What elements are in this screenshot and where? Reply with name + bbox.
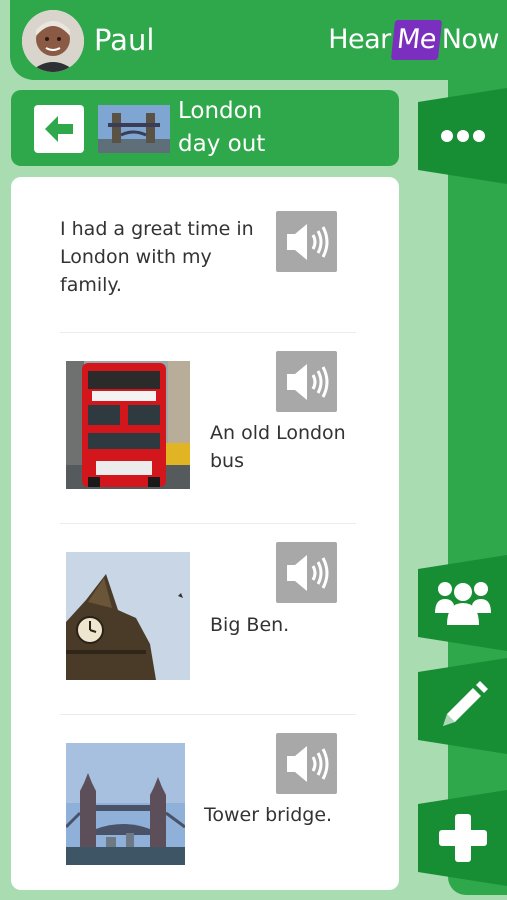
people-group-icon <box>434 582 491 625</box>
play-audio-button[interactable] <box>276 351 337 412</box>
arrow-left-icon <box>45 116 73 142</box>
pencil-icon <box>442 681 488 726</box>
big-ben-photo[interactable] <box>66 552 190 680</box>
play-audio-button[interactable] <box>276 733 337 794</box>
app-header: Paul Hear Me Now <box>10 0 507 80</box>
people-button[interactable] <box>418 555 507 651</box>
user-name: Paul <box>94 23 155 57</box>
logo-part-now: Now <box>441 24 500 55</box>
entry-text: Big Ben. <box>210 614 290 636</box>
story-title: London day out <box>178 95 388 161</box>
tower-bridge-photo[interactable] <box>66 743 185 865</box>
story-thumbnail <box>98 105 170 153</box>
entry-text: An old London bus <box>210 422 346 472</box>
speaker-icon <box>286 745 328 782</box>
plus-icon <box>438 814 487 862</box>
entry-divider <box>60 714 356 715</box>
entry-divider <box>60 523 356 524</box>
play-audio-button[interactable] <box>276 211 337 272</box>
entry-text: I had a great time in London with my fam… <box>60 218 254 296</box>
entry-divider <box>60 332 356 333</box>
edit-button[interactable] <box>418 658 507 754</box>
story-title-line1: London <box>178 98 263 124</box>
story-title-line2: day out <box>178 131 266 157</box>
more-options-button[interactable] <box>418 88 507 184</box>
add-button[interactable] <box>418 790 507 886</box>
logo-part-hear: Hear <box>328 24 391 55</box>
logo-part-me: Me <box>390 20 442 60</box>
hearmenow-logo: Hear Me Now <box>328 18 500 62</box>
right-rail <box>448 80 507 895</box>
speaker-icon <box>286 363 328 400</box>
user-avatar[interactable] <box>22 10 84 72</box>
story-title-bar: London day out <box>11 90 399 166</box>
back-button[interactable] <box>34 105 84 153</box>
speaker-icon <box>286 223 328 260</box>
entry-text: Tower bridge. <box>204 804 333 826</box>
play-audio-button[interactable] <box>276 542 337 603</box>
red-bus-photo[interactable] <box>66 361 190 489</box>
story-entries-list[interactable]: I had a great time in London with my fam… <box>11 177 399 890</box>
more-dots-icon <box>440 130 485 142</box>
speaker-icon <box>286 554 328 591</box>
